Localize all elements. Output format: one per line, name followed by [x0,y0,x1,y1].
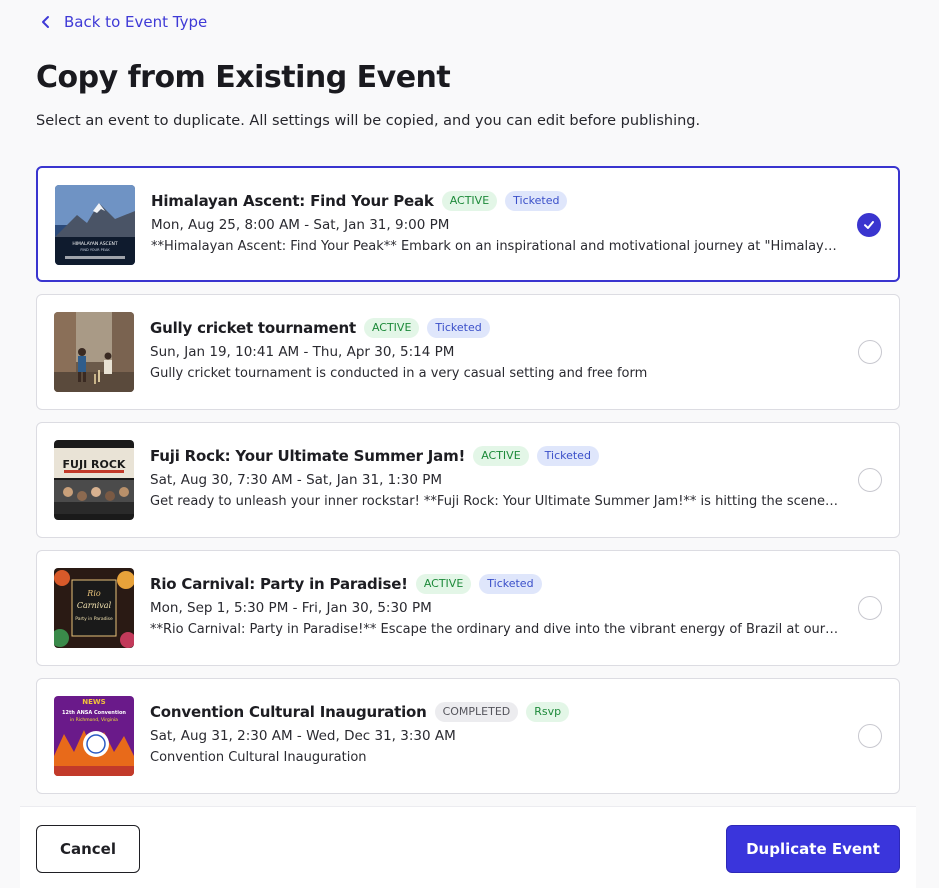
type-badge: Ticketed [505,191,568,211]
event-list: HIMALAYAN ASCENT FIND YOUR PEAK Himalaya… [36,166,900,806]
cancel-button[interactable]: Cancel [36,825,140,873]
event-description: **Rio Carnival: Party in Paradise!** Esc… [150,622,840,637]
status-badge: ACTIVE [473,446,529,466]
type-badge: Ticketed [427,318,490,338]
event-description: Convention Cultural Inauguration [150,750,367,765]
event-info: Fuji Rock: Your Ultimate Summer Jam! ACT… [150,444,850,509]
event-radio[interactable] [858,340,882,364]
back-to-event-type-link[interactable]: Back to Event Type [36,12,207,32]
event-description: **Himalayan Ascent: Find Your Peak** Emb… [151,239,841,254]
event-info: Himalayan Ascent: Find Your Peak ACTIVE … [151,189,851,254]
event-thumbnail-fuji: FUJI ROCK [54,440,134,520]
duplicate-event-button[interactable]: Duplicate Event [726,825,900,873]
thumb-text: Carnival [77,601,112,610]
event-description: Get ready to unleash your inner rockstar… [150,494,840,509]
event-card[interactable]: Gully cricket tournament ACTIVE Ticketed… [36,294,900,410]
event-title-row: Gully cricket tournament ACTIVE Ticketed [150,316,850,340]
thumb-text: NEWS [82,698,105,706]
event-info: Convention Cultural Inauguration COMPLET… [150,700,850,765]
event-title-row: Rio Carnival: Party in Paradise! ACTIVE … [150,572,850,596]
event-thumbnail-himalayan: HIMALAYAN ASCENT FIND YOUR PEAK [55,185,135,265]
event-dates: Mon, Aug 25, 8:00 AM - Sat, Jan 31, 9:00… [151,217,450,233]
event-thumbnail-convention: NEWS 12th ANSA Convention in Richmond, V… [54,696,134,776]
event-card[interactable]: FUJI ROCK Fuji Rock: Your Ultimate Summe… [36,422,900,538]
status-badge: ACTIVE [415,574,472,594]
thumb-text: Party in Paradise [75,616,113,622]
event-radio[interactable] [858,468,882,492]
page-subtitle: Select an event to duplicate. All settin… [36,113,701,129]
event-card[interactable]: HIMALAYAN ASCENT FIND YOUR PEAK Himalaya… [36,166,900,282]
event-thumbnail-rio: Rio Carnival Party in Paradise [54,568,134,648]
thumb-text: Rio [86,589,101,598]
event-description: Gully cricket tournament is conducted in… [150,366,648,381]
event-title-row: Himalayan Ascent: Find Your Peak ACTIVE … [151,189,851,213]
event-dates: Mon, Sep 1, 5:30 PM - Fri, Jan 30, 5:30 … [150,600,432,616]
event-dates: Sat, Aug 30, 7:30 AM - Sat, Jan 31, 1:30… [150,472,443,488]
event-card[interactable]: Rio Carnival Party in Paradise Rio Carni… [36,550,900,666]
event-title: Rio Carnival: Party in Paradise! [150,575,408,593]
status-badge: ACTIVE [441,191,498,211]
event-card[interactable]: NEWS 12th ANSA Convention in Richmond, V… [36,678,900,794]
event-info: Gully cricket tournament ACTIVE Ticketed… [150,316,850,381]
event-title: Fuji Rock: Your Ultimate Summer Jam! [150,447,466,465]
event-radio-selected[interactable] [857,213,881,237]
event-radio[interactable] [858,596,882,620]
event-thumbnail-cricket [54,312,134,392]
event-dates: Sun, Jan 19, 10:41 AM - Thu, Apr 30, 5:1… [150,344,455,360]
type-badge: Ticketed [536,446,599,466]
thumb-text: FIND YOUR PEAK [80,248,110,252]
status-badge: COMPLETED [434,702,519,722]
action-footer: Cancel Duplicate Event [20,806,916,888]
chevron-left-icon [36,12,56,32]
event-title-row: Fuji Rock: Your Ultimate Summer Jam! ACT… [150,444,850,468]
thumb-text: 12th ANSA Convention [62,710,126,716]
event-radio[interactable] [858,724,882,748]
type-badge: Ticketed [479,574,542,594]
thumb-text: in Richmond, Virginia [70,717,118,723]
page-title: Copy from Existing Event [36,60,451,95]
type-badge: Rsvp [526,702,570,722]
event-info: Rio Carnival: Party in Paradise! ACTIVE … [150,572,850,637]
event-title-row: Convention Cultural Inauguration COMPLET… [150,700,850,724]
status-badge: ACTIVE [363,318,420,338]
thumb-text: HIMALAYAN ASCENT [72,241,118,247]
back-link-label: Back to Event Type [64,13,208,31]
thumb-text: FUJI ROCK [63,458,126,471]
event-title: Convention Cultural Inauguration [150,703,427,721]
event-title: Himalayan Ascent: Find Your Peak [151,192,434,210]
event-title: Gully cricket tournament [150,319,356,337]
event-dates: Sat, Aug 31, 2:30 AM - Wed, Dec 31, 3:30… [150,728,456,744]
copy-event-page: Back to Event Type Copy from Existing Ev… [0,0,939,888]
checkmark-icon [864,221,874,229]
